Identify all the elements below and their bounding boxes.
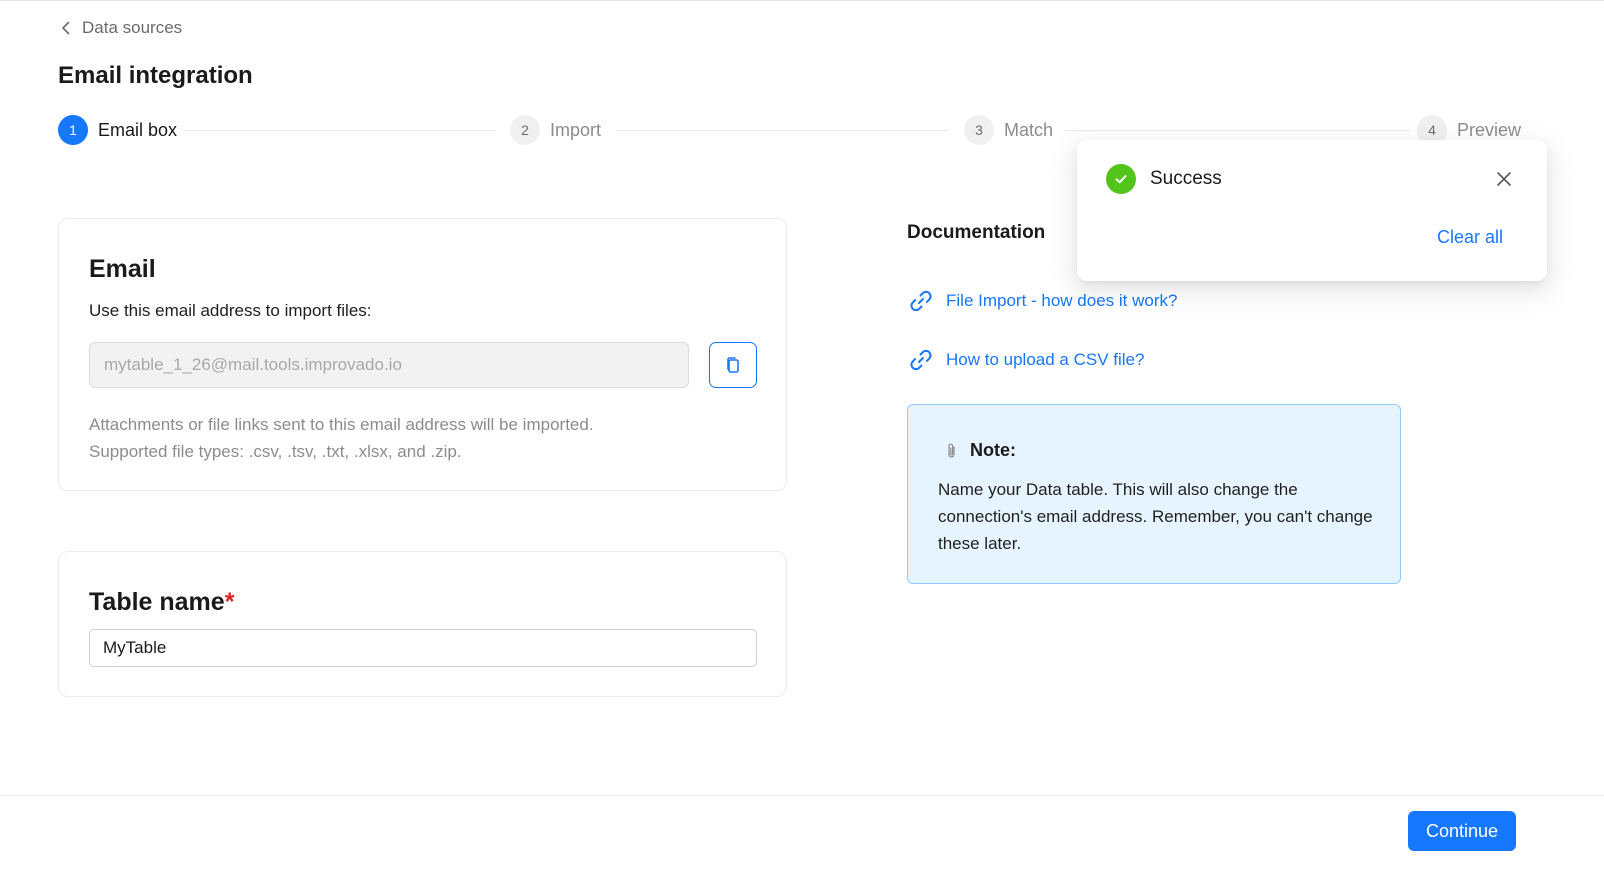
step-connector <box>1065 130 1409 131</box>
footer-divider <box>0 795 1604 796</box>
close-notification-button[interactable] <box>1493 168 1515 190</box>
doc-link-file-import[interactable]: File Import - how does it work? <box>907 287 1177 315</box>
success-notification: Success Clear all <box>1077 140 1547 281</box>
step-label: Match <box>1004 119 1054 140</box>
email-card: Email Use this email address to import f… <box>58 218 787 491</box>
note-box: Note: Name your Data table. This will al… <box>907 404 1401 584</box>
notification-title: Success <box>1150 168 1222 189</box>
note-title: Note: <box>970 440 1016 460</box>
paperclip-icon <box>948 443 955 458</box>
table-name-input[interactable] <box>89 629 757 667</box>
step-number: 3 <box>964 115 994 145</box>
required-mark: * <box>224 588 235 616</box>
copy-email-button[interactable] <box>709 342 757 388</box>
step-label: Import <box>550 119 602 140</box>
doc-link-label: File Import - how does it work? <box>946 291 1178 310</box>
link-icon <box>910 290 932 312</box>
doc-link-upload-csv[interactable]: How to upload a CSV file? <box>907 346 1144 374</box>
copy-icon <box>727 357 739 373</box>
back-link[interactable]: Data sources <box>58 18 182 38</box>
step-connector <box>616 130 948 131</box>
clear-all-button[interactable]: Clear all <box>1437 227 1503 248</box>
chevron-left-icon <box>62 21 70 35</box>
step-connector <box>184 130 496 131</box>
check-circle-icon <box>1106 164 1136 194</box>
table-name-card: Table name* <box>58 551 787 697</box>
top-border <box>0 0 1604 1</box>
step-email-box[interactable]: 1 Email box <box>58 115 177 145</box>
continue-button[interactable]: Continue <box>1408 811 1516 851</box>
documentation-title: Documentation <box>907 222 1046 243</box>
link-icon <box>910 349 932 371</box>
doc-link-label: How to upload a CSV file? <box>946 350 1145 369</box>
close-icon <box>1497 172 1511 186</box>
email-hint: Attachments or file links sent to this e… <box>89 411 594 465</box>
step-label: Email box <box>98 119 178 140</box>
email-card-title: Email <box>89 255 156 283</box>
note-text: Name your Data table. This will also cha… <box>938 480 1373 553</box>
table-name-title: Table name* <box>89 588 234 617</box>
table-name-label: Table name <box>89 588 225 616</box>
email-hint-line: Attachments or file links sent to this e… <box>89 415 594 434</box>
page-title: Email integration <box>58 62 253 89</box>
step-label: Preview <box>1457 119 1522 140</box>
step-number: 2 <box>510 115 540 145</box>
step-match[interactable]: 3 Match <box>964 115 1053 145</box>
email-address-field[interactable] <box>89 342 689 388</box>
note-header: Note: <box>944 440 1016 461</box>
email-card-description: Use this email address to import files: <box>89 301 372 320</box>
step-number: 1 <box>58 115 88 145</box>
email-hint-line: Supported file types: .csv, .tsv, .txt, … <box>89 442 462 461</box>
step-import[interactable]: 2 Import <box>510 115 601 145</box>
back-link-label: Data sources <box>82 18 183 37</box>
